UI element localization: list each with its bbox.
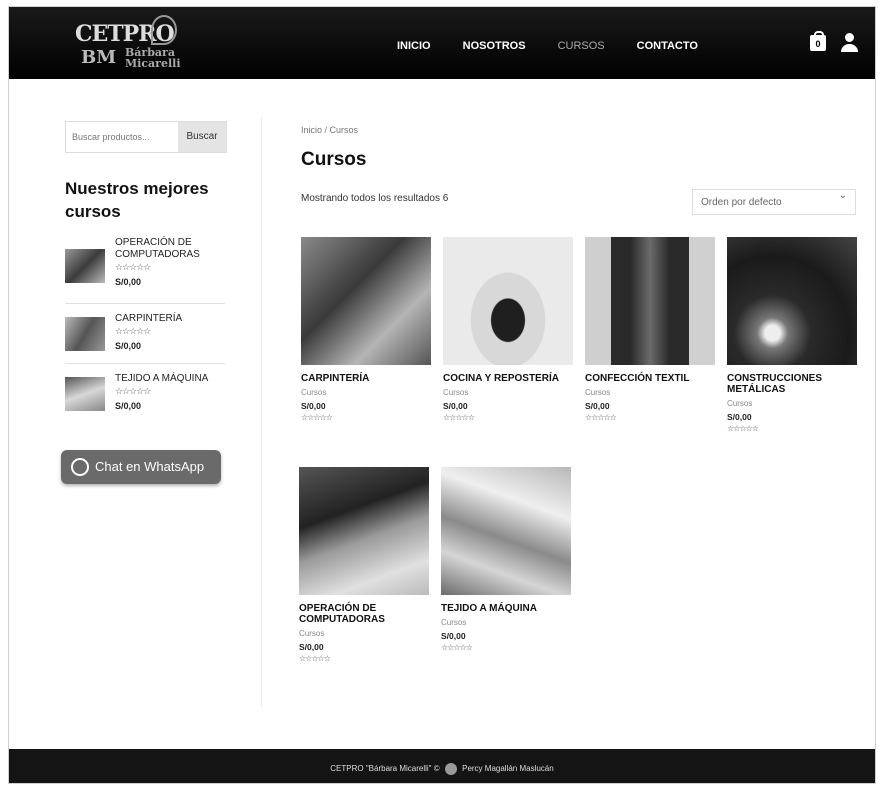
logo-name: Bárbara Micarelli <box>125 47 181 69</box>
results-count: Mostrando todos los resultados 6 <box>301 193 449 204</box>
nav-item-contacto[interactable]: CONTACTO <box>637 40 698 52</box>
footer-copyright: CETPRO "Bárbara Micarelli" © <box>330 764 440 774</box>
product-name[interactable]: CARPINTERÍA <box>301 373 431 384</box>
rating-stars: ☆☆☆☆☆ <box>115 263 151 273</box>
product-price: S/0,00 <box>441 631 466 641</box>
product-price: S/0,00 <box>301 401 326 411</box>
product-price: S/0,00 <box>585 401 610 411</box>
footer-author[interactable]: Percy Magallán Maslucán <box>462 764 554 773</box>
product-category: Cursos <box>727 399 753 408</box>
product-card[interactable]: OPERACIÓN DE COMPUTADORAS Cursos S/0,00 … <box>299 467 429 663</box>
rating-stars: ☆☆☆☆☆ <box>299 654 331 663</box>
logo-monogram: BM <box>81 47 117 68</box>
product-name[interactable]: TEJIDO A MÁQUINA <box>441 603 571 614</box>
site-logo[interactable]: CETPRO BM Bárbara Micarelli <box>75 13 195 73</box>
user-icon-head <box>845 33 854 42</box>
main-nav: INICIO NOSOTROS CURSOS CONTACTO <box>397 40 730 52</box>
product-price: S/0,00 <box>727 412 752 422</box>
page-title: Cursos <box>301 149 367 170</box>
product-price: S/0,00 <box>299 642 324 652</box>
sort-select[interactable]: Orden por defecto ⌄ <box>692 189 856 215</box>
rating-stars: ☆☆☆☆☆ <box>443 413 475 422</box>
product-card[interactable]: CARPINTERÍA Cursos S/0,00 ☆☆☆☆☆ <box>301 237 431 422</box>
product-price: S/0,00 <box>443 401 468 411</box>
rating-stars: ☆☆☆☆☆ <box>115 387 151 397</box>
rating-stars: ☆☆☆☆☆ <box>441 643 473 652</box>
sidebar-item-image[interactable] <box>65 249 105 283</box>
sidebar-item-title[interactable]: TEJIDO A MÁQUINA <box>115 373 225 385</box>
sidebar-item-image[interactable] <box>65 317 105 351</box>
whatsapp-icon <box>71 458 89 476</box>
rating-stars: ☆☆☆☆☆ <box>301 413 333 422</box>
sidebar-item-image[interactable] <box>65 377 105 411</box>
rating-stars: ☆☆☆☆☆ <box>115 327 151 337</box>
site-header: CETPRO BM Bárbara Micarelli INICIO NOSOT… <box>9 7 875 79</box>
nav-item-inicio[interactable]: INICIO <box>397 40 431 52</box>
product-category: Cursos <box>299 629 325 638</box>
sidebar-item[interactable]: TEJIDO A MÁQUINA ☆☆☆☆☆ S/0,00 <box>65 373 225 429</box>
product-image[interactable] <box>585 237 715 365</box>
product-image[interactable] <box>443 237 573 365</box>
product-image[interactable] <box>727 237 857 365</box>
author-avatar <box>444 763 457 775</box>
sidebar-item[interactable]: OPERACIÓN DE COMPUTADORAS ☆☆☆☆☆ S/0,00 <box>65 237 225 293</box>
user-icon-body <box>841 44 858 52</box>
product-category: Cursos <box>441 618 467 627</box>
product-card[interactable]: COCINA Y REPOSTERÍA Cursos S/0,00 ☆☆☆☆☆ <box>443 237 573 422</box>
whatsapp-chat-button[interactable]: Chat en WhatsApp <box>61 450 221 484</box>
product-name[interactable]: OPERACIÓN DE COMPUTADORAS <box>299 603 429 625</box>
nav-item-cursos[interactable]: CURSOS <box>558 40 605 52</box>
product-name[interactable]: CONSTRUCCIONES METÁLICAS <box>727 373 857 395</box>
page-frame: CETPRO BM Bárbara Micarelli INICIO NOSOT… <box>8 6 876 784</box>
sidebar-item-title[interactable]: OPERACIÓN DE COMPUTADORAS <box>115 237 225 261</box>
user-icon[interactable] <box>839 33 859 53</box>
sidebar-item-price: S/0,00 <box>115 401 142 411</box>
product-image[interactable] <box>301 237 431 365</box>
cart-icon[interactable]: 0 <box>810 31 826 51</box>
sidebar-item-title[interactable]: CARPINTERÍA <box>115 313 225 325</box>
sidebar-item[interactable]: CARPINTERÍA ☆☆☆☆☆ S/0,00 <box>65 313 225 369</box>
product-card[interactable]: CONSTRUCCIONES METÁLICAS Cursos S/0,00 ☆… <box>727 237 857 433</box>
sidebar-item-price: S/0,00 <box>115 341 142 351</box>
logo-name-line2: Micarelli <box>125 57 181 70</box>
product-name[interactable]: CONFECCIÓN TEXTIL <box>585 373 715 384</box>
search-button[interactable]: Buscar <box>178 122 226 152</box>
sidebar-title: Nuestros mejores cursos <box>65 179 209 221</box>
divider <box>65 303 225 304</box>
product-image[interactable] <box>299 467 429 595</box>
site-footer: CETPRO "Bárbara Micarelli" © Percy Magal… <box>9 749 875 783</box>
logo-leaf-icon <box>151 15 177 45</box>
product-search: Buscar <box>65 121 227 153</box>
product-name[interactable]: COCINA Y REPOSTERÍA <box>443 373 573 384</box>
product-card[interactable]: TEJIDO A MÁQUINA Cursos S/0,00 ☆☆☆☆☆ <box>441 467 571 652</box>
product-category: Cursos <box>443 388 469 397</box>
whatsapp-label: Chat en WhatsApp <box>95 459 205 474</box>
chevron-down-icon: ⌄ <box>838 190 847 201</box>
search-input[interactable] <box>66 122 178 152</box>
breadcrumb[interactable]: Inicio / Cursos <box>301 125 358 135</box>
product-category: Cursos <box>301 388 327 397</box>
sidebar-item-price: S/0,00 <box>115 277 142 287</box>
sort-selected-value: Orden por defecto <box>701 197 782 208</box>
rating-stars: ☆☆☆☆☆ <box>585 413 617 422</box>
product-category: Cursos <box>585 388 611 397</box>
divider <box>65 363 225 364</box>
rating-stars: ☆☆☆☆☆ <box>727 424 759 433</box>
product-image[interactable] <box>441 467 571 595</box>
nav-item-nosotros[interactable]: NOSOTROS <box>463 40 526 52</box>
product-card[interactable]: CONFECCIÓN TEXTIL Cursos S/0,00 ☆☆☆☆☆ <box>585 237 715 422</box>
column-divider <box>261 117 262 707</box>
footer-text: CETPRO "Bárbara Micarelli" © Percy Magal… <box>9 763 875 775</box>
